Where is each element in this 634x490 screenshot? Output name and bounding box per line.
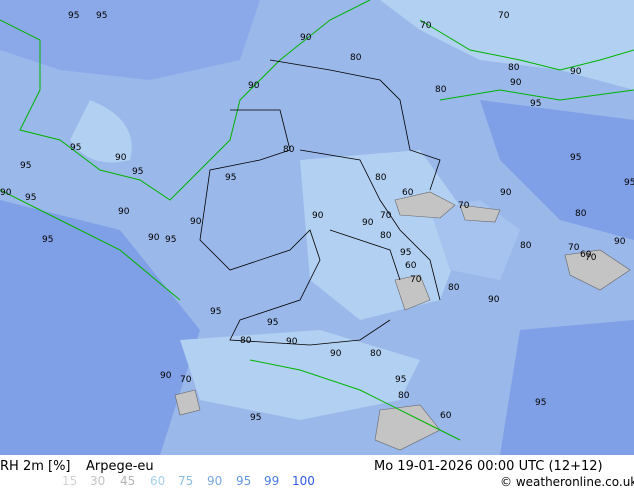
contour-label: 90 [248,81,260,91]
contour-label: 95 [132,167,143,177]
contour-label: 95 [530,99,541,109]
contour-label: 90 [488,295,500,305]
contour-label: 95 [400,248,411,258]
map-footer: RH 2m [%] Arpege-eu Mo 19-01-2026 00:00 … [0,455,634,490]
contour-label: 95 [42,235,53,245]
contour-label: 60 [402,188,414,198]
contour-label: 80 [520,241,532,251]
contour-label: 95 [25,193,36,203]
contour-label: 90 [286,337,298,347]
contour-label: 80 [508,63,520,73]
weather-map: 95 95 90 80 70 70 90 80 90 80 90 95 95 90 95 95 90 95 90 90… [0,0,634,455]
contour-label: 80 [375,173,387,183]
contour-label: 60 [580,250,592,260]
contour-label: 95 [210,307,221,317]
contour-label: 90 [570,67,582,77]
contour-label: 80 [240,336,252,346]
contour-label: 90 [510,78,522,88]
contour-label: 80 [448,283,460,293]
contour-label: 80 [350,53,362,63]
contour-label: 95 [68,11,79,21]
parameter-label: RH 2m [%] [0,459,71,474]
contour-label: 70 [458,201,470,211]
legend-item-95: 95 [236,474,252,488]
contour-label: 95 [267,318,278,328]
contour-label: 95 [535,398,546,408]
contour-label: 90 [0,188,12,198]
contour-label: 70 [380,211,392,221]
contour-label: 80 [283,145,295,155]
legend-item-100: 100 [292,474,315,488]
contour-label: 70 [568,243,580,253]
contour-label: 80 [398,391,410,401]
contour-label: 80 [575,209,587,219]
model-label: Arpege-eu [86,459,154,474]
contour-label: 60 [405,261,417,271]
contour-label: 70 [420,21,432,31]
contour-label: 95 [225,173,236,183]
legend-item-90: 90 [207,474,223,488]
contour-label: 95 [250,413,261,423]
contour-label: 95 [570,153,581,163]
contour-label: 80 [380,231,392,241]
legend-item-60: 60 [150,474,166,488]
legend-item-75: 75 [178,474,194,488]
legend-item-15: 15 [62,474,78,488]
contour-label: 90 [300,33,312,43]
contour-label: 60 [440,411,452,421]
contour-label: 90 [500,188,512,198]
contour-label: 95 [165,235,176,245]
contour-label: 95 [20,161,31,171]
contour-label: 95 [624,178,634,188]
credit-link[interactable]: © weatheronline.co.uk [500,475,634,489]
contour-label: 90 [115,153,127,163]
contour-label: 80 [435,85,447,95]
contour-label: 90 [190,217,202,227]
contour-label: 90 [362,218,374,228]
contour-label: 70 [180,375,192,385]
contour-label: 90 [614,237,626,247]
contour-label: 90 [330,349,342,359]
contour-label: 70 [410,275,422,285]
legend-item-99: 99 [264,474,280,488]
legend-item-30: 30 [90,474,106,488]
contour-label: 90 [148,233,160,243]
contour-label: 70 [498,11,510,21]
contour-label: 95 [395,375,406,385]
legend-item-45: 45 [120,474,136,488]
contour-label: 90 [118,207,130,217]
contour-label: 95 [96,11,107,21]
valid-time: Mo 19-01-2026 00:00 UTC (12+12) [374,459,603,474]
contour-label: 90 [312,211,324,221]
contour-label: 95 [70,143,81,153]
contour-label: 90 [160,371,172,381]
contour-label: 80 [370,349,382,359]
